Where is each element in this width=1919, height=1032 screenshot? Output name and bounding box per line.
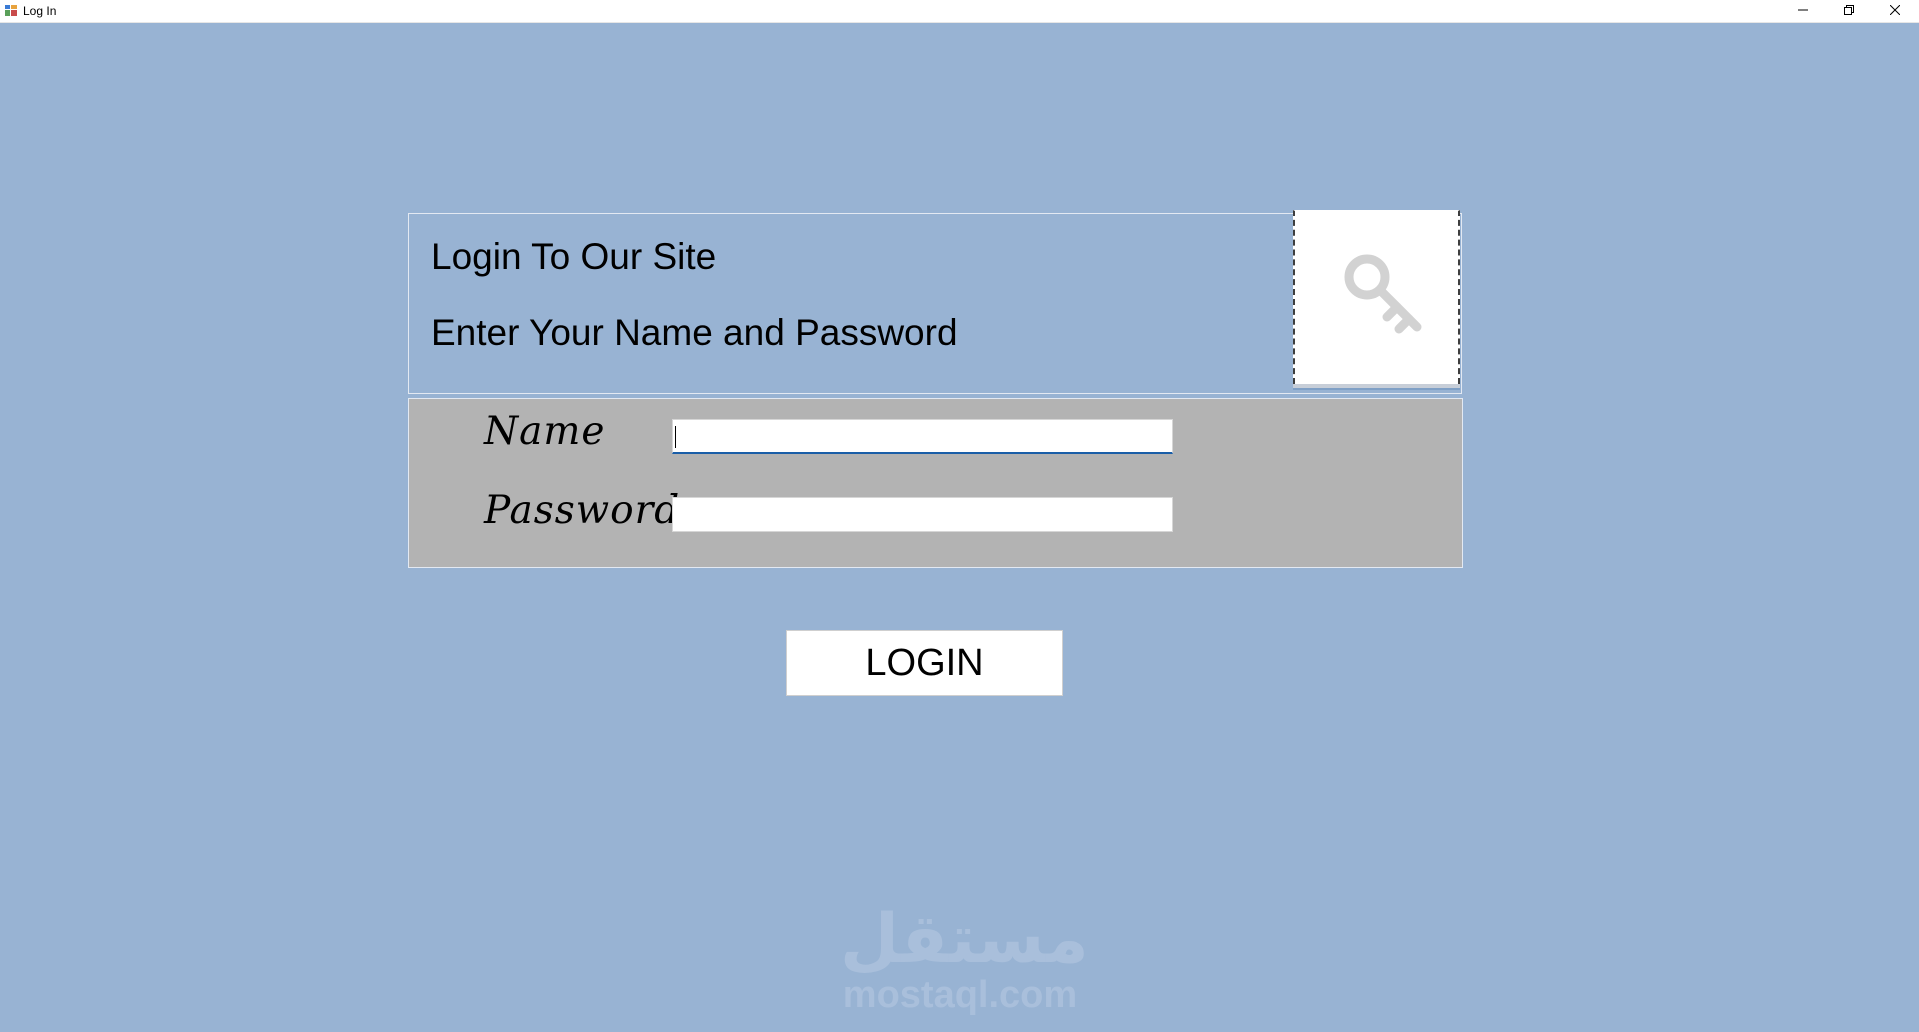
watermark-latin: mostaql.com <box>842 974 1078 1016</box>
name-input[interactable] <box>672 419 1173 454</box>
page-title: Login To Our Site <box>431 236 717 277</box>
login-form: Name Password <box>408 398 1463 568</box>
password-label: Password <box>484 488 681 533</box>
maximize-button[interactable] <box>1826 0 1872 22</box>
close-button[interactable] <box>1872 0 1918 22</box>
key-image-box <box>1293 210 1460 384</box>
watermark-logo: مستقل mostaql.com <box>840 900 1089 1016</box>
maximize-icon <box>1844 2 1854 20</box>
page-subtitle: Enter Your Name and Password <box>431 312 958 353</box>
app-icon[interactable] <box>4 4 18 17</box>
text-caret <box>675 426 676 448</box>
window-titlebar: Log In <box>0 0 1919 23</box>
window-title: Log In <box>23 4 57 18</box>
login-button[interactable]: LOGIN <box>786 630 1063 696</box>
password-input[interactable] <box>672 497 1173 532</box>
minimize-button[interactable] <box>1780 0 1826 22</box>
close-icon <box>1889 2 1901 20</box>
key-image-underline <box>1293 384 1460 390</box>
key-icon <box>1339 249 1429 344</box>
minimize-icon <box>1798 2 1808 20</box>
name-label: Name <box>484 409 606 454</box>
watermark-arabic: مستقل <box>840 900 1089 979</box>
